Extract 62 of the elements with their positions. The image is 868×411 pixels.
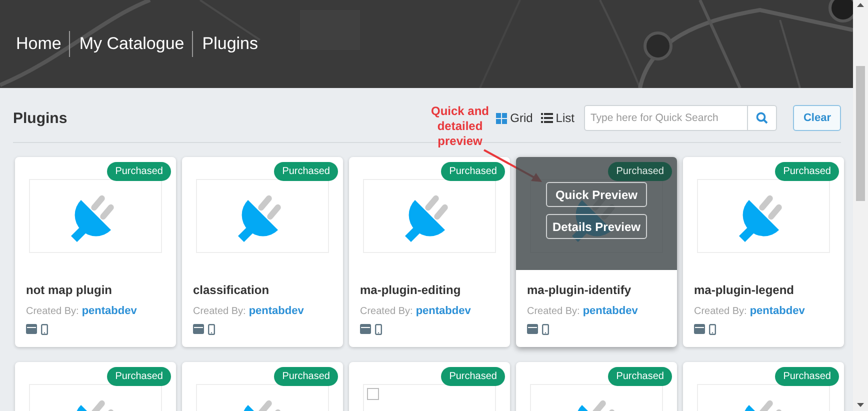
breadcrumb-link[interactable]: Plugins — [192, 31, 266, 57]
created-by-label: Created By: — [193, 306, 246, 317]
plugin-card[interactable]: Purchased — [15, 362, 176, 411]
plugin-card[interactable]: Purchased Quick Preview Details Preview ma-plugin-identify Created By: pentabdev — [516, 157, 677, 347]
desktop-icon — [360, 324, 371, 334]
created-by-label: Created By: — [360, 306, 413, 317]
view-toggle[interactable]: List — [540, 111, 574, 125]
mobile-icon — [375, 324, 382, 335]
scrollbar[interactable] — [853, 0, 868, 411]
plugin-card[interactable]: Purchased ma-plugin-legend Created By: pentabdev — [683, 157, 844, 347]
broken-image-icon — [367, 388, 379, 400]
preview-button[interactable]: Details Preview — [546, 214, 647, 239]
author-link[interactable]: pentabdev — [582, 305, 638, 317]
purchased-badge: Purchased — [441, 367, 505, 386]
mobile-icon — [41, 324, 48, 335]
purchased-badge: Purchased — [775, 367, 839, 386]
search-button[interactable] — [748, 105, 778, 131]
plugin-card[interactable]: Purchased — [182, 362, 343, 411]
created-by-label: Created By: — [694, 306, 747, 317]
author-link[interactable]: pentabdev — [750, 305, 805, 317]
plugin-name: classification — [193, 283, 270, 297]
purchased-badge: Purchased — [107, 162, 171, 181]
preview-button[interactable]: Quick Preview — [546, 182, 647, 207]
annotation-text: Quick and detailed preview — [430, 104, 490, 149]
purchased-badge: Purchased — [775, 162, 839, 181]
view-toggle[interactable]: Grid — [496, 111, 533, 125]
desktop-icon — [193, 324, 204, 334]
author-link[interactable]: pentabdev — [82, 305, 137, 317]
plugin-card[interactable]: Purchased classification Created By: pentabdev — [182, 157, 343, 347]
desktop-icon — [694, 324, 705, 334]
plugin-name: ma-plugin-editing — [360, 283, 462, 297]
plugin-card[interactable]: Purchased — [683, 362, 844, 411]
desktop-icon — [527, 324, 538, 334]
plugin-name: not map plugin — [26, 283, 113, 297]
purchased-badge: Purchased — [608, 367, 672, 386]
purchased-badge: Purchased — [274, 162, 338, 181]
breadcrumb-link[interactable]: Home — [16, 31, 70, 57]
plugin-card[interactable]: Purchased — [516, 362, 677, 411]
created-by-label: Created By: — [527, 306, 580, 317]
mobile-icon — [542, 324, 549, 335]
page-title: Plugins — [13, 110, 68, 126]
purchased-badge: Purchased — [441, 162, 505, 181]
author-link[interactable]: pentabdev — [416, 305, 471, 317]
plugin-card[interactable]: Purchased — [349, 362, 510, 411]
mobile-icon — [208, 324, 215, 335]
search-icon — [756, 112, 768, 124]
desktop-icon — [26, 324, 37, 334]
plugin-name: ma-plugin-legend — [694, 283, 795, 297]
grid-icon — [496, 112, 508, 124]
plugin-name: ma-plugin-identify — [527, 283, 632, 297]
plugin-card[interactable]: Purchased ma-plugin-editing Created By: pentabdev — [349, 157, 510, 347]
created-by-label: Created By: — [26, 306, 79, 317]
purchased-badge: Purchased — [608, 162, 672, 181]
clear-button[interactable]: Clear — [793, 105, 841, 131]
search-field[interactable]: Type here for Quick Search — [584, 105, 748, 131]
list-icon — [540, 113, 553, 123]
plugin-card[interactable]: Purchased not map plugin Created By: pentabdev — [15, 157, 176, 347]
purchased-badge: Purchased — [274, 367, 338, 386]
author-link[interactable]: pentabdev — [248, 305, 304, 317]
purchased-badge: Purchased — [107, 367, 171, 386]
mobile-icon — [709, 324, 716, 335]
breadcrumb-link[interactable]: My Catalogue — [69, 31, 192, 57]
